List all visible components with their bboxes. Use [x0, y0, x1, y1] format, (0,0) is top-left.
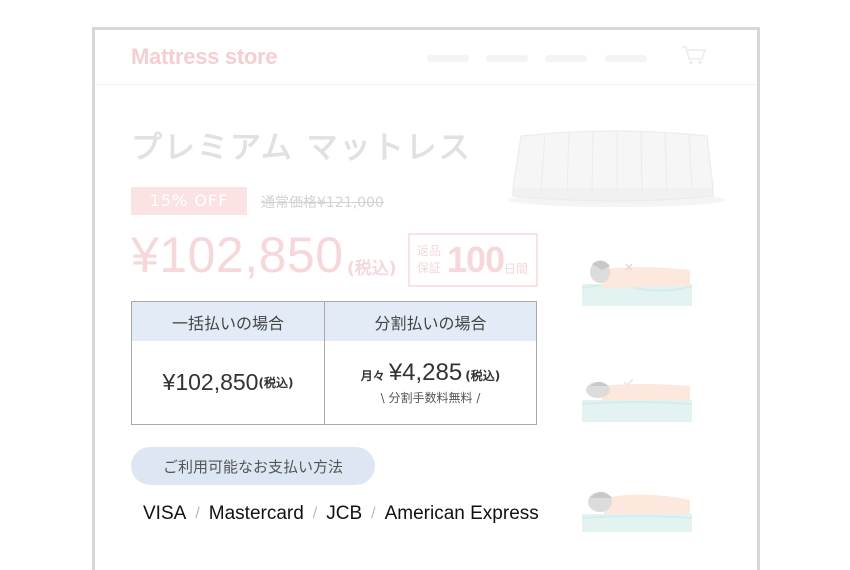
app-window: Mattress store プレミアム マットレス 15% OFF 通常価格¥… [92, 27, 760, 570]
card-amex: American Express [384, 503, 539, 524]
lump-sum-header: 一括払いの場合 [132, 302, 325, 341]
installment-price: ¥4,285 [388, 359, 463, 386]
mattress-image [509, 130, 725, 207]
site-header: Mattress store [95, 30, 757, 85]
payment-options-table: 一括払いの場合 分割払いの場合 ¥102,850 (税込) 月々 ¥4,285 (… [131, 301, 537, 425]
card-separator: / [312, 505, 318, 522]
nav-item-4[interactable] [605, 55, 647, 62]
return-guarantee-unit: 日間 [504, 262, 529, 276]
product-title: プレミアム マットレス [131, 130, 472, 166]
card-separator: / [195, 505, 200, 522]
return-guarantee-days: 100 [447, 239, 505, 280]
installment-header: 分割払いの場合 [325, 302, 536, 341]
lump-sum-price: ¥102,850 [162, 369, 259, 395]
sleeper-illustration-bad [581, 260, 693, 306]
installment-prefix: 月々 [360, 369, 385, 383]
sale-price: ¥102,850 [131, 227, 344, 283]
sale-price-tax: (税込) [347, 259, 397, 279]
nav-item-1[interactable] [427, 55, 469, 62]
payment-methods-button[interactable]: ご利用可能なお支払い方法 [131, 447, 375, 485]
payment-card-list: VISA / Mastercard / JCB / American Expre… [143, 503, 539, 525]
discount-badge: 15% OFF [131, 187, 247, 215]
card-separator: / [371, 505, 376, 522]
sleeper-illustration-good [581, 378, 693, 422]
cart-icon[interactable] [681, 45, 707, 65]
return-guarantee-label: 返品保証 [417, 244, 442, 275]
sleeper-illustration-side [581, 492, 693, 532]
brand-logo[interactable]: Mattress store [131, 44, 278, 70]
return-guarantee-badge: 返品保証 100 日間 [408, 233, 538, 287]
lump-sum-tax: (税込) [258, 376, 294, 390]
regular-price: 通常価格¥121,000 [261, 195, 384, 211]
installment-tax: (税込) [465, 369, 501, 383]
installment-fee-note: \ 分割手数料無料 / [380, 391, 481, 405]
card-jcb: JCB [326, 503, 363, 524]
nav-item-2[interactable] [486, 55, 528, 62]
lump-sum-cell: ¥102,850 (税込) [132, 341, 325, 424]
nav-item-3[interactable] [545, 55, 587, 62]
card-mastercard: Mastercard [208, 503, 304, 524]
card-visa: VISA [143, 503, 187, 524]
installment-cell: 月々 ¥4,285 (税込) \ 分割手数料無料 / [325, 341, 536, 424]
